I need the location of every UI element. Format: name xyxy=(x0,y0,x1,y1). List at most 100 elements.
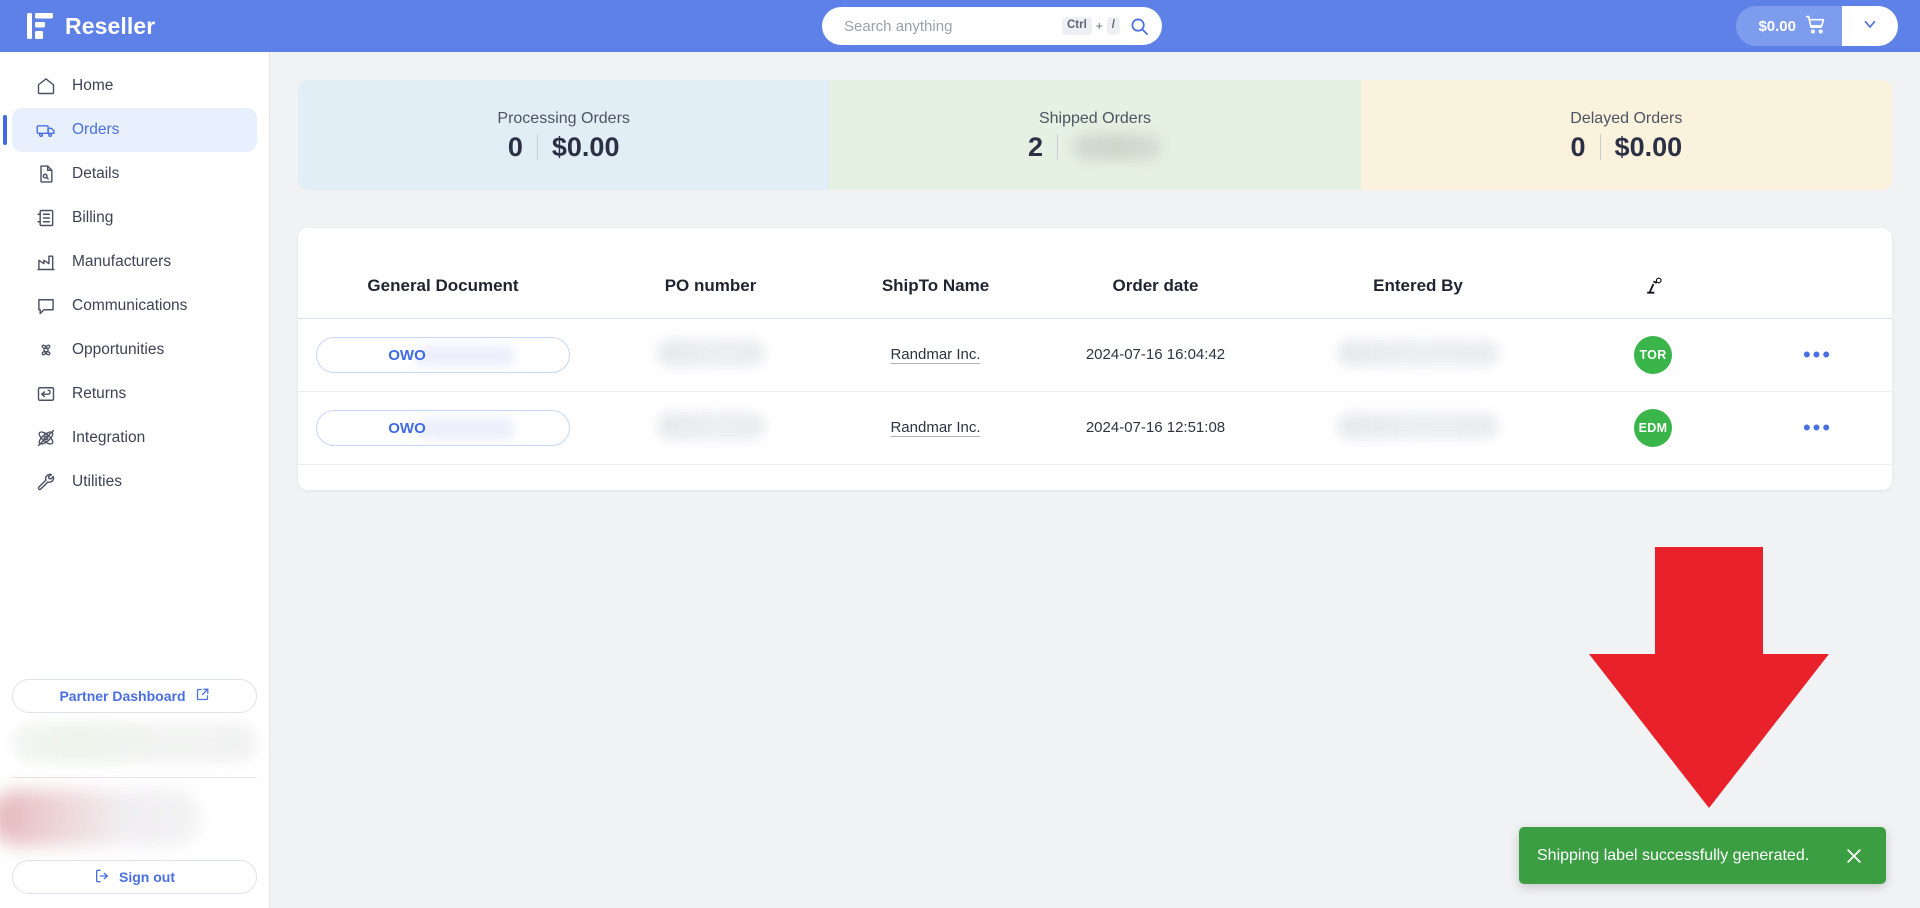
sidebar-item-opportunities[interactable]: Opportunities xyxy=(12,328,257,372)
shipto-name-link[interactable]: Randmar Inc. xyxy=(890,419,980,436)
cell-entered-by xyxy=(1273,318,1563,393)
cart-amount: $0.00 xyxy=(1758,17,1796,35)
ellipsis-icon[interactable]: ••• xyxy=(1803,415,1832,440)
cell-general-document: OWO xyxy=(298,318,588,393)
masked-value xyxy=(415,418,515,441)
stat-values: 0 $0.00 xyxy=(1570,131,1683,162)
cell-po-number xyxy=(588,318,833,393)
order-date-text: 2024-07-16 12:51:08 xyxy=(1085,419,1226,437)
order-date-text: 2024-07-16 16:04:42 xyxy=(1085,346,1226,364)
kbd-ctrl: Ctrl xyxy=(1061,17,1092,35)
column-header-entered-by[interactable]: Entered By xyxy=(1273,228,1563,320)
sidebar-divider xyxy=(12,777,257,778)
stat-values: 0 $0.00 xyxy=(507,131,620,162)
return-icon xyxy=(36,384,56,404)
cell-shipto-name: Randmar Inc. xyxy=(833,318,1038,393)
stat-title: Shipped Orders xyxy=(1038,109,1152,127)
column-header-order-date[interactable]: Order date xyxy=(1038,228,1273,320)
general-document-link[interactable]: OWO xyxy=(316,337,570,374)
ellipsis-icon[interactable]: ••• xyxy=(1803,342,1832,367)
masked-po-number xyxy=(656,338,765,367)
sidebar-item-label: Opportunities xyxy=(72,341,165,358)
cell-entered-by xyxy=(1273,391,1563,466)
wrench-icon xyxy=(36,472,56,492)
table-row[interactable]: OWO Randmar Inc. 2024-07-16 12:51:08 EDM xyxy=(298,391,1892,466)
sidebar-item-utilities[interactable]: Utilities xyxy=(12,460,257,504)
sidebar-item-label: Home xyxy=(72,77,114,94)
cell-avatar: EDM xyxy=(1563,391,1743,466)
close-icon[interactable] xyxy=(1844,846,1864,866)
toast-message: Shipping label successfully generated. xyxy=(1537,846,1810,864)
column-header-general-document[interactable]: General Document xyxy=(298,228,588,320)
reseller-logo-icon xyxy=(26,12,54,40)
external-link-icon xyxy=(195,687,210,705)
sidebar-item-label: Details xyxy=(72,165,120,182)
document-icon xyxy=(36,164,56,184)
sidebar-item-integration[interactable]: Integration xyxy=(12,416,257,460)
cart-dropdown-button[interactable] xyxy=(1842,6,1898,46)
sidebar-item-label: Manufacturers xyxy=(72,253,172,270)
stat-amount: $0.00 xyxy=(551,131,620,162)
chat-icon xyxy=(36,296,56,316)
cart-total-button[interactable]: $0.00 xyxy=(1736,6,1842,46)
stat-separator xyxy=(1599,134,1601,160)
stat-count: 2 xyxy=(1027,131,1043,162)
sidebar-item-billing[interactable]: Billing xyxy=(12,196,257,240)
down-arrow-annotation-icon xyxy=(1589,547,1829,808)
sidebar-item-communications[interactable]: Communications xyxy=(12,284,257,328)
stat-title: Processing Orders xyxy=(497,109,630,127)
sidebar-item-returns[interactable]: Returns xyxy=(12,372,257,416)
stat-amount: $0.00 xyxy=(1614,131,1683,162)
stat-values: 2 xyxy=(1027,131,1162,162)
column-header-po-number[interactable]: PO number xyxy=(588,228,833,320)
sidebar-item-orders[interactable]: Orders xyxy=(3,108,257,152)
stat-separator xyxy=(1057,134,1058,160)
masked-entered-by xyxy=(1337,339,1499,366)
stat-separator xyxy=(536,134,538,160)
sidebar-item-home[interactable]: Home xyxy=(12,64,257,108)
sidebar-item-details[interactable]: Details xyxy=(12,152,257,196)
general-document-link[interactable]: OWO xyxy=(316,410,570,447)
partner-dashboard-button[interactable]: Partner Dashboard xyxy=(12,679,257,713)
stat-card-processing-orders[interactable]: Processing Orders 0 $0.00 xyxy=(298,80,830,190)
sidebar-footer: Partner Dashboard Sign out xyxy=(0,679,269,908)
stat-card-shipped-orders[interactable]: Shipped Orders 2 xyxy=(829,80,1361,190)
sidebar-nav: Home Orders Details Billing Manufacturer… xyxy=(0,52,269,504)
stat-card-delayed-orders[interactable]: Delayed Orders 0 $0.00 xyxy=(1360,80,1892,190)
stat-count: 0 xyxy=(1570,131,1586,162)
cell-shipto-name: Randmar Inc. xyxy=(833,391,1038,466)
general-document-text: OWO xyxy=(388,419,426,437)
stat-title: Delayed Orders xyxy=(1570,109,1683,127)
robot-arm-icon xyxy=(1563,228,1743,320)
avatar[interactable]: TOR xyxy=(1634,336,1672,375)
billing-icon xyxy=(36,208,56,228)
search-icon[interactable] xyxy=(1130,17,1149,36)
column-header-shipto-name[interactable]: ShipTo Name xyxy=(833,228,1038,320)
factory-icon xyxy=(36,252,56,272)
brand[interactable]: Reseller xyxy=(26,12,269,40)
cart-pill[interactable]: $0.00 xyxy=(1736,6,1898,46)
cell-po-number xyxy=(588,391,833,466)
avatar[interactable]: EDM xyxy=(1634,409,1672,448)
masked-sidebar-banner xyxy=(12,723,257,763)
sign-out-button[interactable]: Sign out xyxy=(12,860,257,894)
sidebar-item-manufacturers[interactable]: Manufacturers xyxy=(12,240,257,284)
integration-icon xyxy=(36,428,56,448)
chevron-down-icon xyxy=(1861,15,1879,38)
search-input[interactable] xyxy=(844,17,1062,35)
sidebar: Home Orders Details Billing Manufacturer… xyxy=(0,52,270,908)
sidebar-item-label: Integration xyxy=(72,429,146,446)
table-row[interactable]: OWO Randmar Inc. 2024-07-16 16:04:42 TOR xyxy=(298,318,1892,393)
column-header-actions xyxy=(1743,228,1892,320)
shipto-name-link[interactable]: Randmar Inc. xyxy=(890,346,980,363)
cell-avatar: TOR xyxy=(1563,318,1743,393)
search-bar[interactable]: Ctrl + / xyxy=(822,7,1162,45)
partner-dashboard-label: Partner Dashboard xyxy=(59,688,186,704)
stat-count: 0 xyxy=(507,131,523,162)
sidebar-item-label: Utilities xyxy=(72,473,122,490)
kbd-plus: + xyxy=(1095,19,1103,33)
truck-icon xyxy=(36,120,56,140)
cell-general-document: OWO xyxy=(298,391,588,466)
stats-row: Processing Orders 0 $0.00 Shipped Orders… xyxy=(298,80,1892,190)
cell-row-actions: ••• xyxy=(1743,391,1892,466)
